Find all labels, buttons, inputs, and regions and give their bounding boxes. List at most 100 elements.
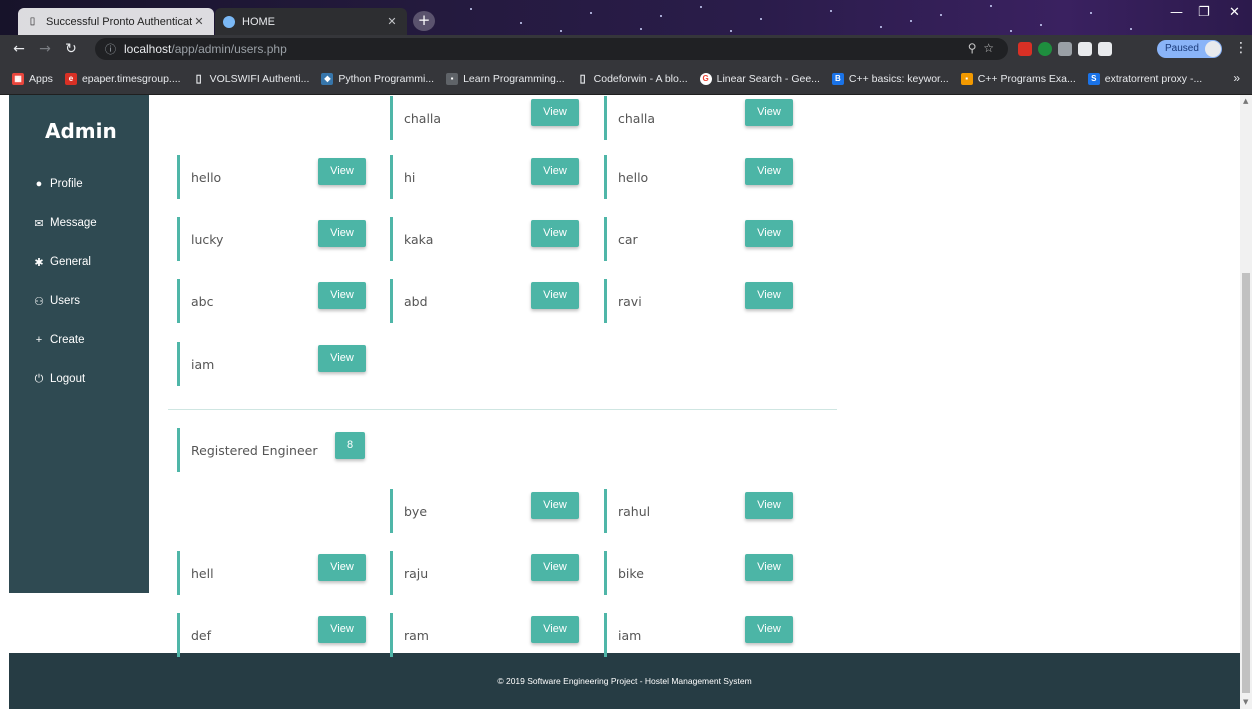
tab-successful-pronto[interactable]: ▯ Successful Pronto Authentication ✕	[18, 8, 214, 35]
window-close-icon[interactable]: ✕	[1229, 5, 1240, 20]
epaper-icon: e	[64, 72, 77, 85]
apps-grid-icon: ▦	[12, 72, 24, 85]
power-icon: ⏻	[34, 372, 44, 385]
more-menu-icon[interactable]: ⋮	[1234, 40, 1248, 56]
maximize-icon[interactable]: ❐	[1198, 5, 1210, 20]
view-button[interactable]: View	[745, 616, 793, 643]
background-star	[640, 28, 642, 30]
view-button[interactable]: View	[745, 492, 793, 519]
view-button[interactable]: View	[531, 492, 579, 519]
view-button[interactable]: View	[531, 158, 579, 185]
bookmark-label: Linear Search - Gee...	[716, 72, 820, 85]
background-star	[940, 14, 942, 16]
accent-bar	[390, 96, 393, 140]
registered-count-badge[interactable]: 8	[335, 432, 365, 459]
background-star	[1130, 28, 1132, 30]
view-button[interactable]: View	[745, 220, 793, 247]
close-icon[interactable]: ✕	[192, 15, 206, 28]
accent-bar	[177, 279, 180, 323]
more-bookmarks-icon[interactable]: »	[1233, 71, 1240, 85]
accent-bar	[177, 342, 180, 386]
view-button[interactable]: View	[531, 282, 579, 309]
zoom-and-star-icons[interactable]: ⚲ ☆	[968, 41, 994, 55]
bookmark-item[interactable]: ▦ Apps	[12, 72, 53, 85]
accent-bar	[390, 217, 393, 261]
sidebar-item-create[interactable]: + Create	[33, 334, 85, 346]
view-button[interactable]: View	[531, 220, 579, 247]
page-icon: ▯	[579, 73, 586, 85]
sidebar-item-general[interactable]: ✱ General	[33, 256, 91, 269]
view-button[interactable]: View	[531, 616, 579, 643]
extension-icon[interactable]	[1098, 42, 1112, 56]
accent-bar	[390, 489, 393, 533]
back-icon[interactable]: ←	[12, 41, 26, 57]
new-tab-button[interactable]: +	[413, 11, 435, 31]
view-button[interactable]: View	[318, 616, 366, 643]
user-name: rahul	[618, 504, 651, 519]
bookmark-item[interactable]: G Linear Search - Gee...	[699, 72, 820, 85]
plus-icon: +	[35, 334, 43, 346]
bookmark-item[interactable]: e epaper.timesgroup....	[64, 72, 181, 85]
scrollbar-thumb[interactable]	[1242, 273, 1250, 693]
user-name: lucky	[191, 232, 224, 247]
learn-icon: ▪	[446, 72, 459, 85]
bookmark-item[interactable]: ▯ VOLSWIFI Authenti...	[193, 72, 310, 86]
bookmark-item[interactable]: ◆ Python Programmi...	[321, 72, 434, 85]
user-name: bike	[618, 566, 644, 581]
pdf-extension-icon[interactable]	[1018, 42, 1032, 56]
view-button[interactable]: View	[318, 220, 366, 247]
scroll-up-icon[interactable]: ▲	[1243, 97, 1248, 105]
bookmark-item[interactable]: ▪ Learn Programming...	[446, 72, 565, 85]
scroll-down-icon[interactable]: ▼	[1243, 698, 1248, 706]
view-button[interactable]: View	[745, 282, 793, 309]
forward-icon[interactable]: →	[38, 41, 52, 57]
page-viewport: Admin ● Profile ✉ Message ✱ General ⚇ Users + Cre…	[0, 95, 1240, 709]
view-button[interactable]: View	[531, 99, 579, 126]
tab-home[interactable]: HOME ✕	[215, 8, 407, 35]
user-name: ram	[404, 628, 429, 643]
bookmark-item[interactable]: B C++ basics: keywor...	[831, 72, 949, 85]
url-input[interactable]: ⓘ localhost/app/admin/users.php ⚲ ☆	[95, 38, 1008, 60]
view-button[interactable]: View	[745, 99, 793, 126]
background-star	[830, 10, 832, 12]
view-button[interactable]: View	[318, 554, 366, 581]
bookmark-item[interactable]: Sextratorrent proxy -...	[1087, 72, 1202, 85]
minimize-icon[interactable]: —	[1170, 5, 1183, 20]
reload-icon[interactable]: ↻	[64, 41, 78, 57]
extension-icon[interactable]	[1058, 42, 1072, 56]
user-name: hello	[618, 170, 649, 185]
info-icon[interactable]: ⓘ	[105, 41, 116, 57]
view-button[interactable]: View	[318, 282, 366, 309]
users-icon: ⚇	[34, 295, 44, 308]
bookmark-item[interactable]: ▯ Codeforwin - A blo...	[577, 73, 688, 86]
vertical-scrollbar[interactable]: ▲ ▼	[1240, 95, 1252, 709]
accent-bar	[390, 551, 393, 595]
bookmark-label: VOLSWIFI Authenti...	[209, 72, 310, 85]
background-star	[1010, 30, 1012, 32]
user-name: hello	[191, 170, 222, 185]
view-button[interactable]: View	[318, 158, 366, 185]
accent-bar	[177, 155, 180, 199]
view-button[interactable]: View	[531, 554, 579, 581]
grammarly-icon[interactable]	[1038, 42, 1052, 56]
accent-bar	[177, 613, 180, 657]
extension-icon[interactable]	[1078, 42, 1092, 56]
bookmark-item[interactable]: ▪ C++ Programs Exa...	[960, 72, 1076, 85]
close-icon[interactable]: ✕	[385, 15, 399, 28]
sidebar-item-profile[interactable]: ● Profile	[33, 178, 83, 190]
sidebar-item-logout[interactable]: ⏻ Logout	[33, 372, 86, 386]
cpp-basics-icon: B	[831, 72, 844, 85]
accent-bar	[604, 613, 607, 657]
user-name: kaka	[404, 232, 434, 247]
view-button[interactable]: View	[318, 345, 366, 372]
cog-icon: ✱	[34, 256, 44, 269]
background-star	[1040, 24, 1042, 26]
user-circle-icon: ●	[35, 178, 43, 190]
user-name: hell	[191, 566, 214, 581]
view-button[interactable]: View	[745, 158, 793, 185]
profile-paused-pill[interactable]: Paused	[1157, 40, 1222, 58]
sidebar-item-label: Logout	[50, 373, 86, 385]
sidebar-item-message[interactable]: ✉ Message	[33, 217, 96, 230]
sidebar-item-users[interactable]: ⚇ Users	[33, 295, 80, 308]
view-button[interactable]: View	[745, 554, 793, 581]
